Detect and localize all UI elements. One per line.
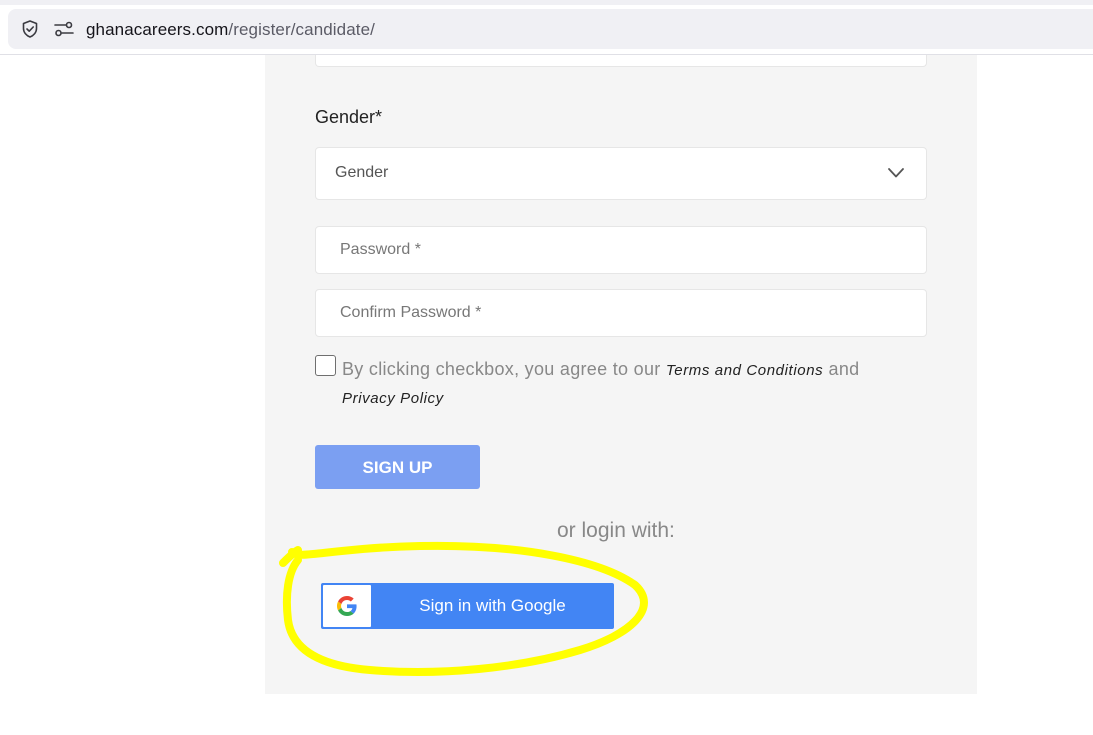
tab-strip <box>0 0 1093 5</box>
terms-link[interactable]: Terms and Conditions <box>666 362 823 379</box>
confirm-password-field[interactable] <box>315 289 927 337</box>
terms-checkbox[interactable] <box>315 355 336 376</box>
gender-select-value: Gender <box>335 164 389 181</box>
terms-text: By clicking checkbox, you agree to our T… <box>342 356 912 412</box>
google-logo-box <box>323 585 371 627</box>
privacy-link[interactable]: Privacy Policy <box>342 390 444 407</box>
or-login-text: or login with: <box>557 519 675 542</box>
url-domain: ghanacareers.com <box>86 20 229 39</box>
google-g-icon <box>337 596 357 616</box>
chevron-down-icon <box>888 168 904 178</box>
gender-label: Gender* <box>315 107 383 127</box>
address-bar[interactable]: ghanacareers.com/register/candidate/ <box>8 9 1093 49</box>
gender-select[interactable]: Gender <box>315 147 927 200</box>
google-signin-button[interactable]: Sign in with Google <box>321 583 614 629</box>
shield-icon[interactable] <box>20 19 40 39</box>
previous-field[interactable] <box>315 55 927 67</box>
terms-text-and: and <box>823 359 860 379</box>
terms-text-before: By clicking checkbox, you agree to our <box>342 359 666 379</box>
password-field[interactable] <box>315 226 927 274</box>
signup-button[interactable]: SIGN UP <box>315 445 480 489</box>
google-signin-label: Sign in with Google <box>419 596 566 615</box>
permissions-icon[interactable] <box>54 21 74 37</box>
url-path: /register/candidate/ <box>228 20 375 39</box>
url-text[interactable]: ghanacareers.com/register/candidate/ <box>86 20 375 40</box>
